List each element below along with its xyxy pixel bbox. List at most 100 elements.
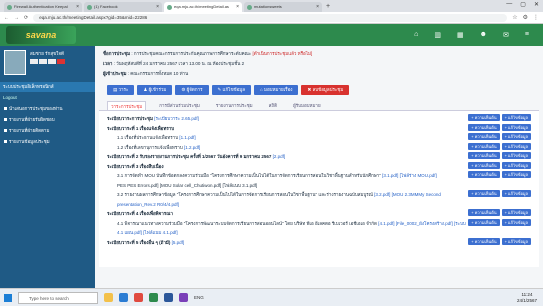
word-icon[interactable]	[164, 293, 173, 302]
sidebar-item[interactable]: รายงานที่ฝ่ายรับผิดชอบ	[0, 114, 95, 125]
meeting-status[interactable]: [ดำเนินการประชุมแล้ว หรือไม่]	[252, 51, 312, 56]
browser-tab-bar: Firewall Authentication Keepal × (1) Faceb…	[0, 0, 543, 12]
agenda-text-cell: ระเบียบวาระที่ 3 เรื่องสืบเนื่อง	[107, 162, 468, 172]
logout-link[interactable]: Logout	[0, 92, 95, 103]
action-button[interactable]: ✎ แก้ไขข้อมูล	[211, 85, 252, 95]
browser-tab[interactable]: Firewall Authentication Keepal ×	[4, 2, 82, 12]
minimize-button[interactable]: —	[506, 1, 512, 8]
bullet-icon	[4, 129, 7, 132]
url-field[interactable]: eqa.mju.ac.th/meetingDetail.aspx?gid=35&…	[33, 13, 508, 22]
add-comment-button[interactable]: + ความเห็นต้น	[468, 123, 500, 131]
add-comment-button[interactable]: + ความเห็นต้น	[468, 237, 500, 245]
sidebar-item[interactable]: รายงานที่ฝ่ายติดตาม	[0, 125, 95, 136]
browser-tab[interactable]: (1) Facebook ×	[84, 2, 162, 12]
star-icon[interactable]: ☆	[512, 14, 517, 21]
edit-agenda-button[interactable]: + แก้ไขข้อมูล	[501, 152, 531, 159]
edit-agenda-button[interactable]: + แก้ไขข้อมูล	[501, 161, 531, 169]
add-comment-button[interactable]: + ความเห็นต้น	[468, 152, 500, 159]
agenda-file-link[interactable]: [1.2.pdf]	[184, 145, 200, 150]
add-comment-button[interactable]: + ความเห็นต้น	[468, 218, 500, 226]
add-comment-button[interactable]: + ความเห็นต้น	[468, 142, 500, 150]
sidebar-item-label: นำเสนอการประชุมของท่าน	[9, 106, 63, 111]
extensions-icon[interactable]: ⚙	[523, 14, 528, 21]
app-icon[interactable]	[179, 293, 188, 302]
agenda-file-link[interactable]: [3.1.pdf] [ไฟล์ร่าง MOU.pdf]	[382, 173, 437, 178]
excel-icon[interactable]	[149, 293, 158, 302]
windows-start-icon[interactable]	[4, 293, 12, 302]
action-button[interactable]: ▤ วาระ	[107, 85, 135, 95]
agenda-file-link[interactable]: [2.pdf]	[273, 154, 286, 159]
home-icon[interactable]: ⌂	[414, 31, 418, 39]
chat-icon[interactable]: ✉	[503, 31, 509, 39]
chart-icon[interactable]: ▥	[434, 31, 441, 39]
agenda-title: ระเบียบวาระที่ 2 รับรองรายงานการประชุม ค…	[107, 154, 272, 159]
action-button-row: ▤ วาระ ♟ ผู้เข้าร่วม ⚙ ผู้จัดการ ✎ แก้ไขข้อ…	[99, 85, 539, 95]
content-tab[interactable]: วาระการประชุม	[107, 101, 147, 110]
app-logo[interactable]: savana	[6, 26, 76, 44]
new-tab-button[interactable]: +	[326, 2, 330, 12]
sidebar-item[interactable]: นำเสนอการประชุมของท่าน	[0, 103, 95, 114]
edge-icon[interactable]	[119, 293, 128, 302]
taskbar-clock[interactable]: 11:24 24/1/2567	[517, 292, 537, 304]
browser-tab[interactable]: eqa.mju.ac.th/meetingDetail.as ×	[164, 2, 242, 12]
edit-agenda-button[interactable]: + แก้ไขข้อมูล	[501, 209, 531, 216]
tab-label: eqa.mju.ac.th/meetingDetail.as	[174, 4, 229, 9]
profile-button-2[interactable]	[39, 59, 47, 64]
tray-language[interactable]: ENG	[194, 295, 204, 300]
add-comment-button[interactable]: + ความเห็นต้น	[468, 190, 500, 197]
edit-agenda-button[interactable]: + แก้ไขข้อมูล	[501, 190, 531, 197]
people-icon[interactable]: ☻	[480, 31, 487, 39]
action-button[interactable]: ✖ ลบข้อมูลประชุม	[301, 85, 350, 95]
edit-agenda-button[interactable]: + แก้ไขข้อมูล	[501, 142, 531, 150]
taskbar-search[interactable]: Type here to search	[18, 291, 98, 304]
add-comment-button[interactable]: + ความเห็นต้น	[468, 114, 500, 121]
reload-icon[interactable]: ⟳	[24, 15, 28, 21]
file-explorer-icon[interactable]	[104, 293, 113, 302]
add-comment-button[interactable]: + ความเห็นต้น	[468, 161, 500, 169]
browser-menu-icon[interactable]: ⋮	[533, 14, 539, 21]
tab-close-icon[interactable]: ×	[316, 2, 319, 12]
profile-button-3[interactable]	[48, 59, 56, 64]
agenda-file-link[interactable]: [5.pdf]	[172, 240, 185, 245]
browser-tab[interactable]: mutationsweets ×	[244, 2, 322, 12]
edit-agenda-button[interactable]: + แก้ไขข้อมูล	[501, 114, 531, 121]
agenda-file-link[interactable]: [1.1.pdf]	[179, 135, 195, 140]
forward-icon[interactable]: →	[14, 15, 19, 21]
content-tab[interactable]: สถิติ	[266, 101, 280, 110]
close-window-button[interactable]: ✕	[534, 1, 539, 8]
agenda-title: 3.2 รายงานผลการศึกษาข้อมูล "โครงการศึกษา…	[117, 192, 373, 197]
agenda-row: ระเบียบวาระที่ 1 เรื่องแจ้งเพื่อทราบ + คว…	[107, 123, 531, 134]
tab-close-icon[interactable]: ×	[236, 2, 239, 12]
edit-agenda-button[interactable]: + แก้ไขข้อมูล	[501, 123, 531, 131]
agenda-row: 1.1 เรื่องที่ประธานแจ้งเพื่อทราบ [1.1.pd…	[107, 133, 531, 143]
back-icon[interactable]: ←	[4, 15, 9, 21]
meeting-label: ชื่อการประชุม	[103, 51, 131, 56]
action-button[interactable]: ♟ ผู้เข้าร่วม	[137, 85, 173, 95]
edit-agenda-button[interactable]: + แก้ไขข้อมูล	[501, 237, 531, 245]
content-tab[interactable]: ผู้รับมอบหมาย	[290, 101, 324, 110]
grid-icon[interactable]: ▦	[457, 31, 464, 39]
edit-agenda-button[interactable]: + แก้ไขข้อมูล	[501, 171, 531, 178]
tab-close-icon[interactable]: ×	[156, 2, 159, 12]
action-button[interactable]: ⚙ ผู้จัดการ	[175, 85, 209, 95]
chrome-icon[interactable]	[134, 293, 143, 302]
attendee-summary: คณะกรรมการทั้งหมด 10 ท่าน	[130, 71, 189, 76]
edit-agenda-button[interactable]: + แก้ไขข้อมูล	[501, 133, 531, 140]
add-comment-button[interactable]: + ความเห็นต้น	[468, 209, 500, 216]
maximize-button[interactable]: ▢	[520, 1, 526, 8]
add-comment-button[interactable]: + ความเห็นต้น	[468, 171, 500, 178]
meeting-time: วันพฤหัสบดีที่ 24 มกราคม 2567 เวลา 13.00…	[116, 61, 245, 66]
content-tab[interactable]: การมีส่วนร่วมประชุม	[156, 101, 203, 110]
sidebar: สมชาย รักสุขใจดี ระบบประชุมอิเล็กทรอนิกส…	[0, 46, 95, 288]
menu-icon[interactable]: ≡	[525, 31, 529, 39]
tab-close-icon[interactable]: ×	[76, 2, 79, 12]
sidebar-item[interactable]: รายงานข้อมูลประชุม	[0, 136, 95, 147]
agenda-file-link[interactable]: [ระเบียบวาระ 2.65.pdf]	[154, 116, 199, 121]
add-comment-button[interactable]: + ความเห็นต้น	[468, 133, 500, 140]
agenda-text-cell: 1.2 เรื่องที่เลขานุการแจ้งเพื่อทราบ [1.2…	[107, 143, 468, 153]
action-button[interactable]: ⌂ มอบหมายเรื่อง	[254, 85, 299, 95]
content-tab[interactable]: รายงานการประชุม	[213, 101, 256, 110]
edit-agenda-button[interactable]: + แก้ไขข้อมูล	[501, 218, 531, 226]
profile-button-4[interactable]	[57, 59, 65, 64]
profile-button-1[interactable]	[30, 59, 38, 64]
